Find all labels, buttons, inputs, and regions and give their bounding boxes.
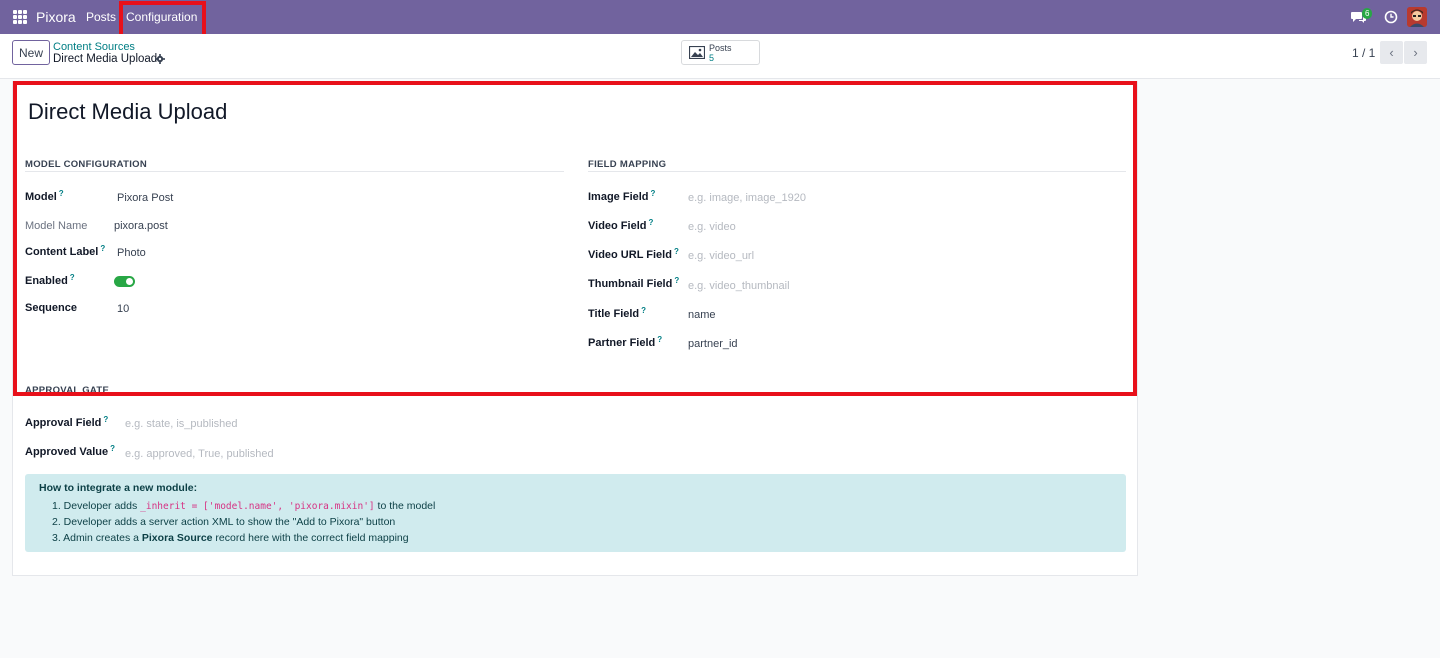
- menu-posts[interactable]: Posts: [86, 10, 116, 24]
- thumbnail-field-input[interactable]: e.g. video_thumbnail: [688, 280, 790, 292]
- info-step-3: 3. Admin creates a Pixora Source record …: [52, 532, 409, 544]
- content-label-label: Content Label?: [25, 244, 106, 258]
- activity-clock-icon[interactable]: [1384, 10, 1398, 24]
- menu-configuration[interactable]: Configuration: [126, 10, 197, 24]
- partner-field-label: Partner Field?: [588, 335, 663, 349]
- help-icon: ?: [657, 335, 663, 344]
- help-icon: ?: [673, 247, 679, 256]
- title-field-input[interactable]: name: [688, 309, 716, 321]
- chat-count-badge: 6: [1362, 8, 1373, 19]
- help-icon: ?: [650, 189, 656, 198]
- user-avatar[interactable]: [1407, 7, 1427, 27]
- help-icon: ?: [100, 244, 106, 253]
- pager-value[interactable]: 1 / 1: [1352, 46, 1375, 60]
- smart-button-count: 5: [709, 53, 715, 63]
- video-url-field-input[interactable]: e.g. video_url: [688, 250, 754, 262]
- enabled-toggle[interactable]: [114, 276, 135, 287]
- section-divider: [25, 171, 564, 172]
- title-field-label: Title Field?: [588, 306, 647, 320]
- content-label-field[interactable]: Photo: [117, 247, 146, 259]
- model-name-label: Model Name: [25, 220, 88, 232]
- gear-icon[interactable]: [155, 54, 165, 64]
- posts-smart-button[interactable]: Posts 5: [681, 40, 760, 65]
- model-name-value: pixora.post: [114, 220, 168, 232]
- apps-grid-icon[interactable]: [13, 10, 27, 24]
- help-icon: ?: [674, 276, 680, 285]
- pager-next-button[interactable]: ›: [1404, 41, 1427, 64]
- inherit-code: _inherit = ['model.name', 'pixora.mixin'…: [140, 501, 375, 512]
- chevron-left-icon: ‹: [1389, 45, 1394, 60]
- image-field-label: Image Field?: [588, 189, 656, 203]
- sequence-label: Sequence: [25, 302, 77, 314]
- enabled-label: Enabled?: [25, 273, 75, 287]
- field-mapping-heading: FIELD MAPPING: [588, 159, 667, 170]
- integration-info-box: How to integrate a new module: 1. Develo…: [25, 474, 1126, 552]
- approval-gate-heading: APPROVAL GATE: [25, 385, 110, 396]
- info-step-2: 2. Developer adds a server action XML to…: [52, 516, 396, 528]
- partner-field-input[interactable]: partner_id: [688, 338, 738, 350]
- breadcrumb-parent-link[interactable]: Content Sources: [53, 41, 135, 53]
- help-icon: ?: [103, 415, 109, 424]
- chevron-right-icon: ›: [1413, 45, 1418, 60]
- approval-field-input[interactable]: e.g. state, is_published: [125, 418, 238, 430]
- new-button[interactable]: New: [12, 40, 50, 65]
- video-field-input[interactable]: e.g. video: [688, 221, 736, 233]
- approval-field-label: Approval Field?: [25, 415, 109, 429]
- section-divider: [588, 171, 1126, 172]
- help-icon: ?: [69, 273, 75, 282]
- image-field-input[interactable]: e.g. image, image_1920: [688, 192, 806, 204]
- info-step-1: 1. Developer adds _inherit = ['model.nam…: [52, 500, 436, 512]
- video-url-field-label: Video URL Field?: [588, 247, 679, 261]
- sequence-field[interactable]: 10: [117, 303, 129, 315]
- toggle-knob: [126, 278, 133, 285]
- help-icon: ?: [58, 189, 64, 198]
- thumbnail-field-label: Thumbnail Field?: [588, 276, 680, 290]
- app-brand[interactable]: Pixora: [36, 9, 76, 25]
- help-icon: ?: [641, 306, 647, 315]
- record-title[interactable]: Direct Media Upload: [28, 99, 227, 125]
- approved-value-label: Approved Value?: [25, 444, 116, 458]
- approved-value-input[interactable]: e.g. approved, True, published: [125, 448, 274, 460]
- help-icon: ?: [110, 444, 116, 453]
- model-configuration-heading: MODEL CONFIGURATION: [25, 159, 147, 170]
- help-icon: ?: [648, 218, 654, 227]
- pager-previous-button[interactable]: ‹: [1380, 41, 1403, 64]
- smart-button-label: Posts: [709, 43, 732, 53]
- image-icon: [689, 46, 705, 59]
- model-label: Model?: [25, 189, 64, 203]
- model-field[interactable]: Pixora Post: [117, 192, 173, 204]
- info-title: How to integrate a new module:: [39, 482, 198, 494]
- breadcrumb-current: Direct Media Upload: [53, 53, 158, 65]
- video-field-label: Video Field?: [588, 218, 654, 232]
- control-panel: New Content Sources Direct Media Upload …: [0, 34, 1440, 79]
- top-navbar: Pixora Posts Configuration 6: [0, 0, 1440, 34]
